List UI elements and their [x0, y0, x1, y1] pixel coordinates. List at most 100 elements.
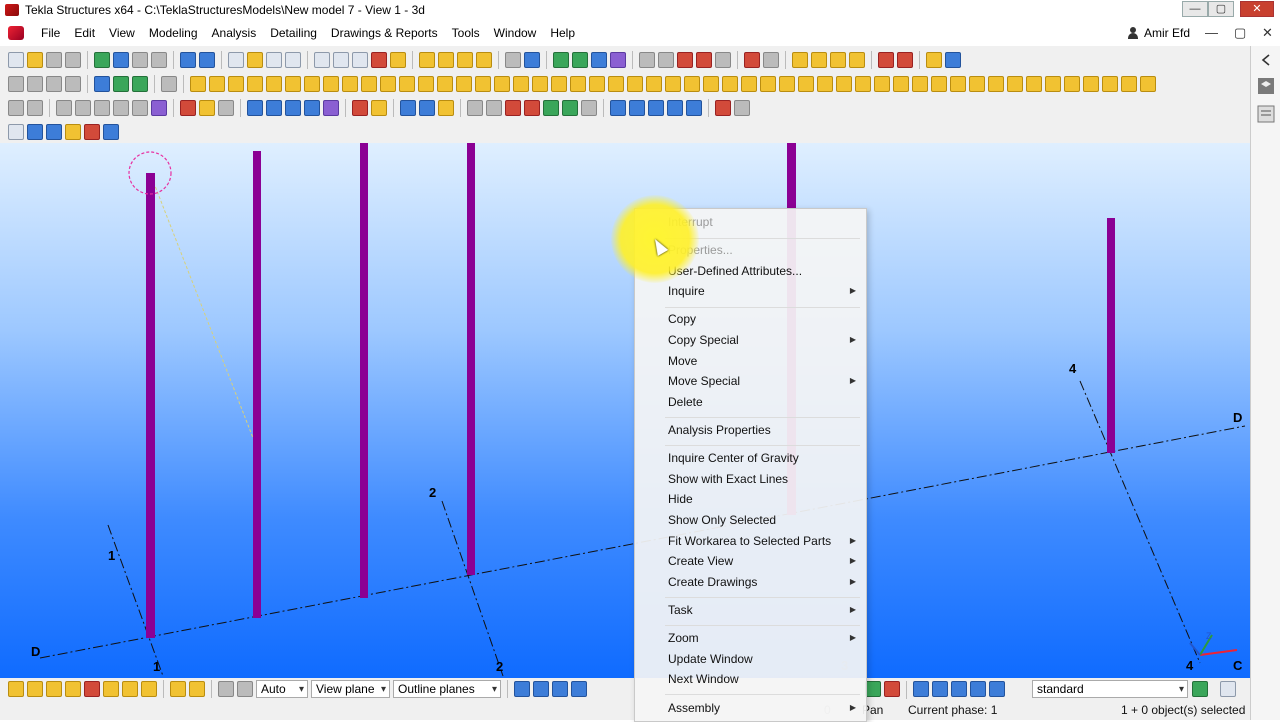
tool-button-icon[interactable]	[342, 76, 358, 92]
tool-button-icon[interactable]	[103, 124, 119, 140]
menu-tools[interactable]: Tools	[445, 26, 487, 40]
tool-button-icon[interactable]	[926, 52, 942, 68]
snap-plane-icon[interactable]	[218, 681, 234, 697]
tool-button-icon[interactable]	[893, 76, 909, 92]
doc-restore-button[interactable]: ▢	[1234, 22, 1246, 44]
tool-button-icon[interactable]	[199, 100, 215, 116]
snap-triangle-icon[interactable]	[65, 681, 81, 697]
select-cancel-icon[interactable]	[884, 681, 900, 697]
tool-button-icon[interactable]	[741, 76, 757, 92]
menu-modeling[interactable]: Modeling	[142, 26, 205, 40]
tool-button-icon[interactable]	[505, 52, 521, 68]
tool-button-icon[interactable]	[352, 52, 368, 68]
snap-angle-icon[interactable]	[103, 681, 119, 697]
tool-button-icon[interactable]	[744, 52, 760, 68]
tool-button-icon[interactable]	[132, 100, 148, 116]
menu-file[interactable]: File	[34, 26, 67, 40]
tool-button-icon[interactable]	[266, 76, 282, 92]
tool-button-icon[interactable]	[629, 100, 645, 116]
ctx-fit-workarea[interactable]: Fit Workarea to Selected Parts ▶	[635, 531, 866, 551]
tool-button-icon[interactable]	[266, 52, 282, 68]
tool-button-icon[interactable]	[760, 76, 776, 92]
tool-button-icon[interactable]	[113, 52, 129, 68]
close-button[interactable]: ✕	[1240, 1, 1274, 17]
tool-button-icon[interactable]	[75, 100, 91, 116]
tool-button-icon[interactable]	[553, 52, 569, 68]
chevron-left-icon[interactable]	[1256, 50, 1276, 70]
ctx-move-special[interactable]: Move Special ▶	[635, 371, 866, 391]
tool-button-icon[interactable]	[399, 76, 415, 92]
tool-button-icon[interactable]	[438, 52, 454, 68]
tool-button-icon[interactable]	[27, 76, 43, 92]
snap-select-all-icon[interactable]	[8, 681, 24, 697]
snap-wave-icon[interactable]	[122, 681, 138, 697]
tool-button-icon[interactable]	[572, 52, 588, 68]
tool-button-icon[interactable]	[665, 76, 681, 92]
tool-button-icon[interactable]	[228, 52, 244, 68]
ctx-assembly[interactable]: Assembly ▶	[635, 698, 866, 718]
tool-button-icon[interactable]	[646, 76, 662, 92]
tool-button-icon[interactable]	[94, 52, 110, 68]
tool-button-icon[interactable]	[969, 76, 985, 92]
tool-button-icon[interactable]	[8, 76, 24, 92]
tool-button-icon[interactable]	[532, 76, 548, 92]
tool-button-icon[interactable]	[715, 100, 731, 116]
tool-button-icon[interactable]	[608, 76, 624, 92]
tool-button-icon[interactable]	[180, 100, 196, 116]
tool-button-icon[interactable]	[715, 52, 731, 68]
tool-button-icon[interactable]	[524, 52, 540, 68]
tool-button-icon[interactable]	[113, 100, 129, 116]
ctx-delete[interactable]: Delete	[635, 392, 866, 412]
tool-button-icon[interactable]	[639, 52, 655, 68]
tool-button-icon[interactable]	[610, 100, 626, 116]
tool-button-icon[interactable]	[94, 100, 110, 116]
menu-detailing[interactable]: Detailing	[263, 26, 324, 40]
tool-button-icon[interactable]	[304, 76, 320, 92]
tool-button-icon[interactable]	[950, 76, 966, 92]
tool-button-icon[interactable]	[849, 52, 865, 68]
tool-button-icon[interactable]	[476, 52, 492, 68]
tool-button-icon[interactable]	[323, 76, 339, 92]
snap-circle-icon[interactable]	[46, 681, 62, 697]
tool-button-icon[interactable]	[811, 52, 827, 68]
select-reference-icon[interactable]	[989, 681, 1005, 697]
tool-button-icon[interactable]	[180, 52, 196, 68]
ctx-task[interactable]: Task ▶	[635, 600, 866, 620]
tool-button-icon[interactable]	[562, 100, 578, 116]
view-plane-select[interactable]: View plane	[311, 680, 390, 698]
snap-arrow-icon[interactable]	[189, 681, 205, 697]
tool-button-icon[interactable]	[591, 52, 607, 68]
column-3[interactable]	[360, 143, 368, 598]
ctx-show-exact-lines[interactable]: Show with Exact Lines	[635, 469, 866, 489]
tool-button-icon[interactable]	[513, 76, 529, 92]
tool-button-icon[interactable]	[696, 52, 712, 68]
tool-button-icon[interactable]	[467, 100, 483, 116]
tool-button-icon[interactable]	[677, 52, 693, 68]
tool-button-icon[interactable]	[247, 100, 263, 116]
menu-edit[interactable]: Edit	[67, 26, 102, 40]
tool-button-icon[interactable]	[8, 52, 24, 68]
tool-button-icon[interactable]	[199, 52, 215, 68]
tool-button-icon[interactable]	[627, 76, 643, 92]
ctx-create-drawings[interactable]: Create Drawings ▶	[635, 572, 866, 592]
tool-button-icon[interactable]	[931, 76, 947, 92]
ctx-inquire-center-of-gravity[interactable]: Inquire Center of Gravity	[635, 448, 866, 468]
tool-button-icon[interactable]	[65, 76, 81, 92]
tool-button-icon[interactable]	[486, 100, 502, 116]
tool-button-icon[interactable]	[912, 76, 928, 92]
tool-button-icon[interactable]	[792, 52, 808, 68]
tool-button-icon[interactable]	[456, 76, 472, 92]
tool-button-icon[interactable]	[285, 76, 301, 92]
tool-button-icon[interactable]	[352, 100, 368, 116]
tool-button-icon[interactable]	[830, 52, 846, 68]
outline-planes-select[interactable]: Outline planes	[393, 680, 501, 698]
menu-window[interactable]: Window	[487, 26, 544, 40]
tool-button-icon[interactable]	[323, 100, 339, 116]
tool-button-icon[interactable]	[151, 52, 167, 68]
tool-button-icon[interactable]	[65, 52, 81, 68]
tool-button-icon[interactable]	[945, 52, 961, 68]
tool-button-icon[interactable]	[418, 76, 434, 92]
tool-button-icon[interactable]	[1121, 76, 1137, 92]
tool-button-icon[interactable]	[56, 100, 72, 116]
menu-analysis[interactable]: Analysis	[205, 26, 264, 40]
